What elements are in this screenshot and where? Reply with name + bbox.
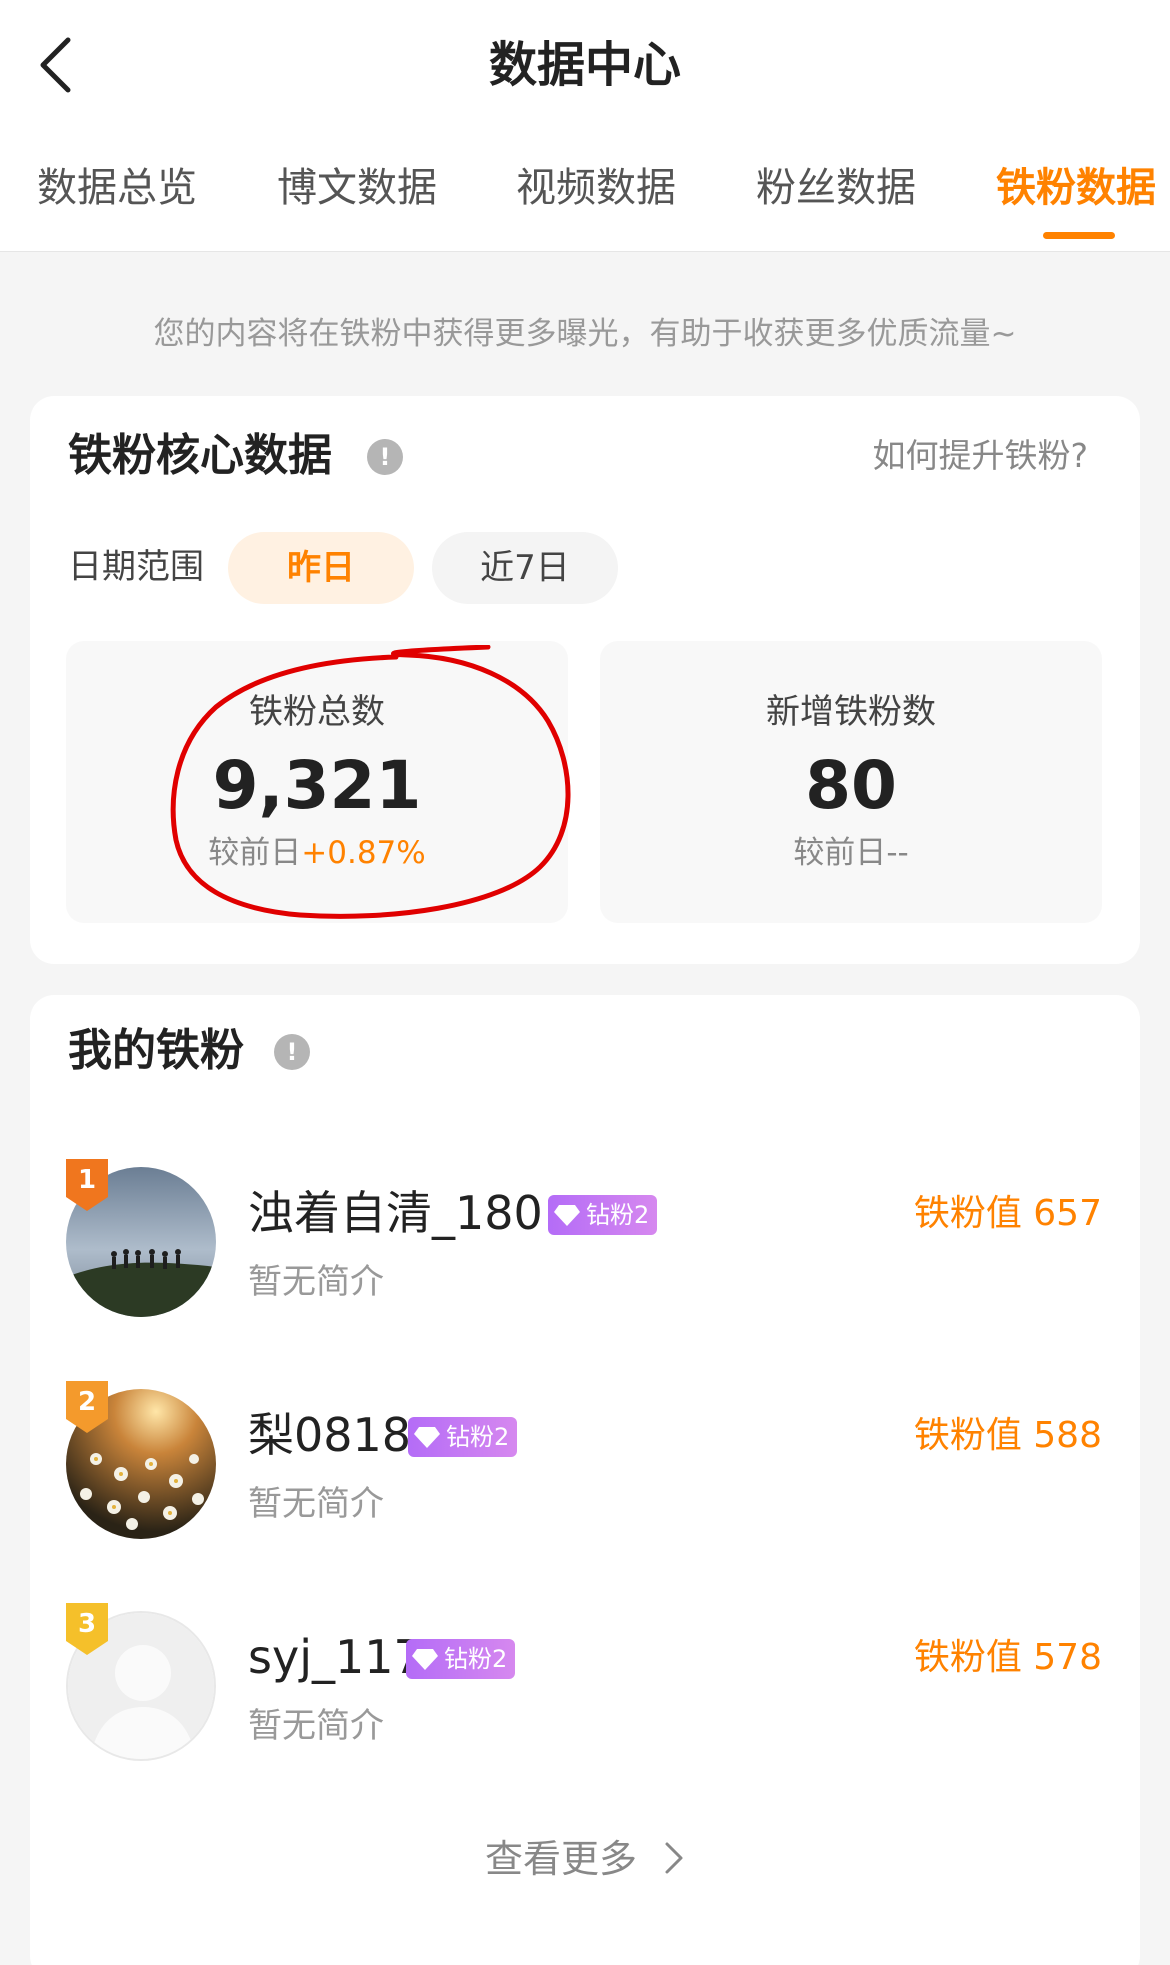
date-range-label: 日期范围 [68,547,204,587]
new-iron-fans-stat: 新增铁粉数 80 较前日-- [600,641,1102,923]
my-iron-fans-title: 我的铁粉 [68,1025,244,1076]
diamond-icon [414,1427,440,1448]
diamond-fan-badge: 钻粉2 [548,1195,658,1235]
fan-bio: 暂无简介 [248,1484,384,1524]
stat-value: 9,321 [212,747,422,824]
tagline: 您的内容将在铁粉中获得更多曝光，有助于收获更多优质流量~ [153,316,1017,352]
fan-score: 铁粉值 578 [913,1637,1102,1678]
my-iron-fans-card: 我的铁粉 ! 1 浊着自清_180 钻粉2 暂无简介 铁粉值 657 2 梨08… [30,995,1140,1965]
tab-overview[interactable]: 数据总览 [37,155,197,221]
fan-score: 铁粉值 588 [913,1415,1102,1456]
diamond-icon [554,1205,580,1226]
core-data-card: 铁粉核心数据 ! 如何提升铁粉? 日期范围 昨日 近7日 铁粉总数 9,321 … [30,396,1140,964]
stat-value: 80 [805,747,897,824]
page-title: 数据中心 [488,37,681,93]
diamond-icon [412,1649,438,1670]
active-tab-indicator [1043,232,1115,239]
view-more-label: 查看更多 [484,1837,637,1881]
tab-videos[interactable]: 视频数据 [516,155,676,221]
tab-iron-fans[interactable]: 铁粉数据 [996,155,1156,221]
stat-compare: 较前日-- [600,831,1102,875]
diamond-fan-badge: 钻粉2 [408,1417,518,1457]
fan-score: 铁粉值 657 [913,1193,1102,1234]
tab-posts[interactable]: 博文数据 [277,155,437,221]
fan-bio: 暂无简介 [248,1262,384,1302]
diamond-fan-badge: 钻粉2 [406,1639,516,1679]
help-link[interactable]: 如何提升铁粉? [872,433,1088,479]
info-icon[interactable]: ! [367,439,403,475]
top-bar: 数据中心 数据总览 博文数据 视频数据 粉丝数据 铁粉数据 [0,0,1170,252]
rank-badge: 3 [64,1601,110,1657]
compare-prefix: 较前日 [208,835,302,871]
core-data-title: 铁粉核心数据 [68,430,332,481]
range-7days-button[interactable]: 近7日 [432,532,618,604]
compare-prefix: 较前日 [793,835,887,871]
info-icon[interactable]: ! [274,1034,310,1070]
tab-bar: 数据总览 博文数据 视频数据 粉丝数据 铁粉数据 [0,155,1170,252]
fan-bio: 暂无简介 [248,1706,384,1746]
tab-fans[interactable]: 粉丝数据 [756,155,916,221]
compare-value: -- [886,835,909,871]
fan-name[interactable]: syj_117 [248,1627,423,1687]
fan-row[interactable]: 1 浊着自清_180 钻粉2 暂无简介 铁粉值 657 [30,1157,1140,1317]
fan-name[interactable]: 浊着自清_180 [248,1183,543,1243]
fan-row[interactable]: 3 syj_117 钻粉2 暂无简介 铁粉值 578 [30,1601,1140,1761]
fan-row[interactable]: 2 梨0818 钻粉2 暂无简介 铁粉值 588 [30,1379,1140,1539]
stat-label: 铁粉总数 [249,692,385,732]
range-yesterday-button[interactable]: 昨日 [228,532,414,604]
total-iron-fans-stat: 铁粉总数 9,321 较前日+0.87% [66,641,568,923]
chevron-right-icon [665,1842,683,1874]
view-more-link[interactable]: 查看更多 [30,1831,1140,1887]
stat-label: 新增铁粉数 [766,692,936,732]
fan-name[interactable]: 梨0818 [248,1405,411,1465]
rank-badge: 2 [64,1379,110,1435]
stat-compare: 较前日+0.87% [66,831,568,875]
rank-badge: 1 [64,1157,110,1213]
compare-value: +0.87% [301,835,426,871]
